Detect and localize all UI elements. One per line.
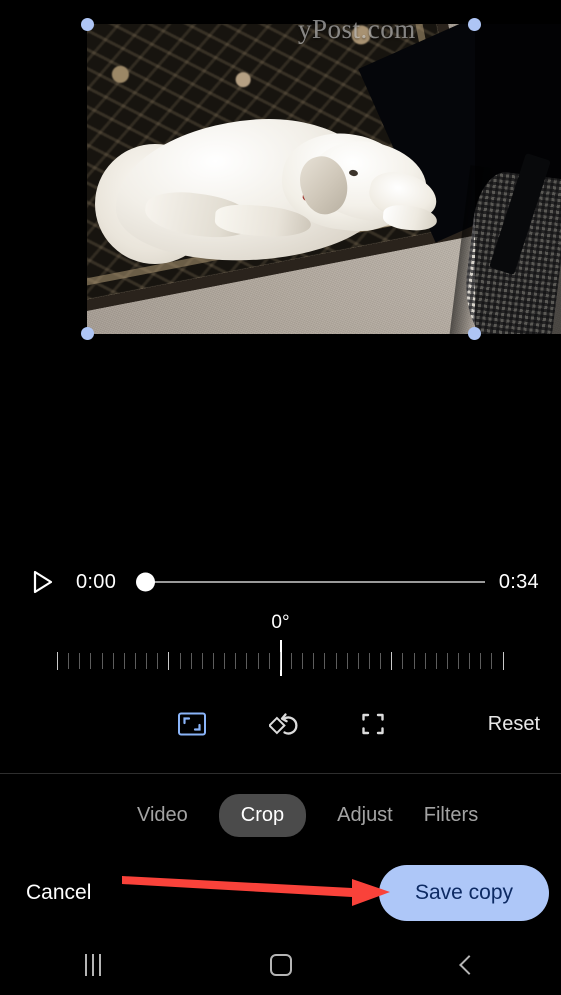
reset-button[interactable]: Reset (488, 713, 540, 736)
rotation-tick (413, 653, 415, 669)
aspect-ratio-button[interactable] (177, 711, 207, 737)
rotation-value-label: 0° (271, 612, 290, 633)
back-icon[interactable] (459, 955, 480, 975)
rotation-tick (268, 653, 270, 669)
free-crop-icon (362, 713, 384, 735)
rotation-tick (368, 653, 370, 669)
action-bar: Cancel Save copy (0, 862, 561, 924)
rotate-button[interactable] (269, 710, 299, 738)
seek-bar[interactable] (136, 571, 485, 593)
tab-filters[interactable]: Filters (424, 794, 478, 837)
free-crop-button[interactable] (359, 711, 387, 737)
rotation-ticks (57, 650, 504, 672)
rotation-tick (79, 653, 81, 669)
rotation-tick (90, 653, 92, 669)
rotation-tick (380, 653, 382, 669)
rotation-tick (491, 653, 493, 669)
rotation-tick (201, 653, 203, 669)
rotation-tick (335, 653, 337, 669)
watermark-text: yPost.com (298, 14, 416, 44)
playback-controls: 0:00 0:34 (0, 560, 561, 604)
rotation-tick (134, 653, 136, 669)
rotation-tick (257, 653, 259, 669)
editor-tabs: Video Crop Adjust Filters (0, 790, 561, 840)
recents-icon[interactable] (84, 954, 101, 976)
rotation-tick (235, 653, 237, 669)
seek-track (146, 581, 485, 583)
rotation-tick (279, 652, 281, 670)
rotation-tick (302, 653, 304, 669)
rotation-tick (446, 653, 448, 669)
rotation-tick (402, 653, 404, 669)
tab-adjust[interactable]: Adjust (337, 794, 393, 837)
rotation-tick (469, 653, 471, 669)
rotation-tick (112, 653, 114, 669)
video-preview-area[interactable]: yPost.com (0, 0, 561, 540)
rotation-tick (435, 653, 437, 669)
media-stage (87, 24, 561, 334)
crop-tool-row: Reset (0, 696, 561, 752)
aspect-ratio-icon (178, 712, 206, 736)
rotation-tick (168, 652, 170, 670)
rotation-tick (480, 653, 482, 669)
crop-dim-overlay-right (475, 24, 561, 334)
system-navigation-bar (0, 935, 561, 995)
rotation-tick (290, 653, 292, 669)
rotation-tick (458, 653, 460, 669)
rotation-tick (212, 653, 214, 669)
rotation-tick (224, 653, 226, 669)
seek-thumb[interactable] (136, 572, 156, 592)
total-time-label: 0:34 (498, 570, 539, 593)
rotation-slider[interactable]: 0° (0, 612, 561, 682)
rotation-tick (123, 653, 125, 669)
current-time-label: 0:00 (76, 570, 117, 593)
rotation-tick (502, 652, 504, 670)
rotation-tick (190, 653, 192, 669)
play-button[interactable] (30, 569, 56, 595)
rotation-tick (346, 653, 348, 669)
rotation-tick (101, 653, 103, 669)
cancel-button[interactable]: Cancel (26, 881, 91, 905)
rotation-tick (246, 653, 248, 669)
rotation-tick (357, 653, 359, 669)
rotation-tick (424, 653, 426, 669)
video-frame (87, 24, 561, 334)
tab-crop[interactable]: Crop (218, 793, 307, 837)
save-copy-button[interactable]: Save copy (378, 865, 549, 921)
rotation-tick (68, 653, 70, 669)
rotation-tick (324, 653, 326, 669)
rotation-tick (146, 653, 148, 669)
tab-video[interactable]: Video (137, 794, 188, 837)
home-icon[interactable] (270, 954, 293, 976)
video-editor-screen: yPost.com 0:00 0:34 0° Reset Video Crop … (0, 0, 561, 995)
section-divider (0, 773, 561, 774)
rotation-tick (57, 652, 58, 670)
rotation-tick (313, 653, 315, 669)
rotate-left-icon (269, 713, 298, 735)
rotation-tick (391, 652, 393, 670)
rotation-tick (157, 653, 159, 669)
play-triangle-icon (33, 570, 53, 594)
rotation-tick (179, 653, 181, 669)
